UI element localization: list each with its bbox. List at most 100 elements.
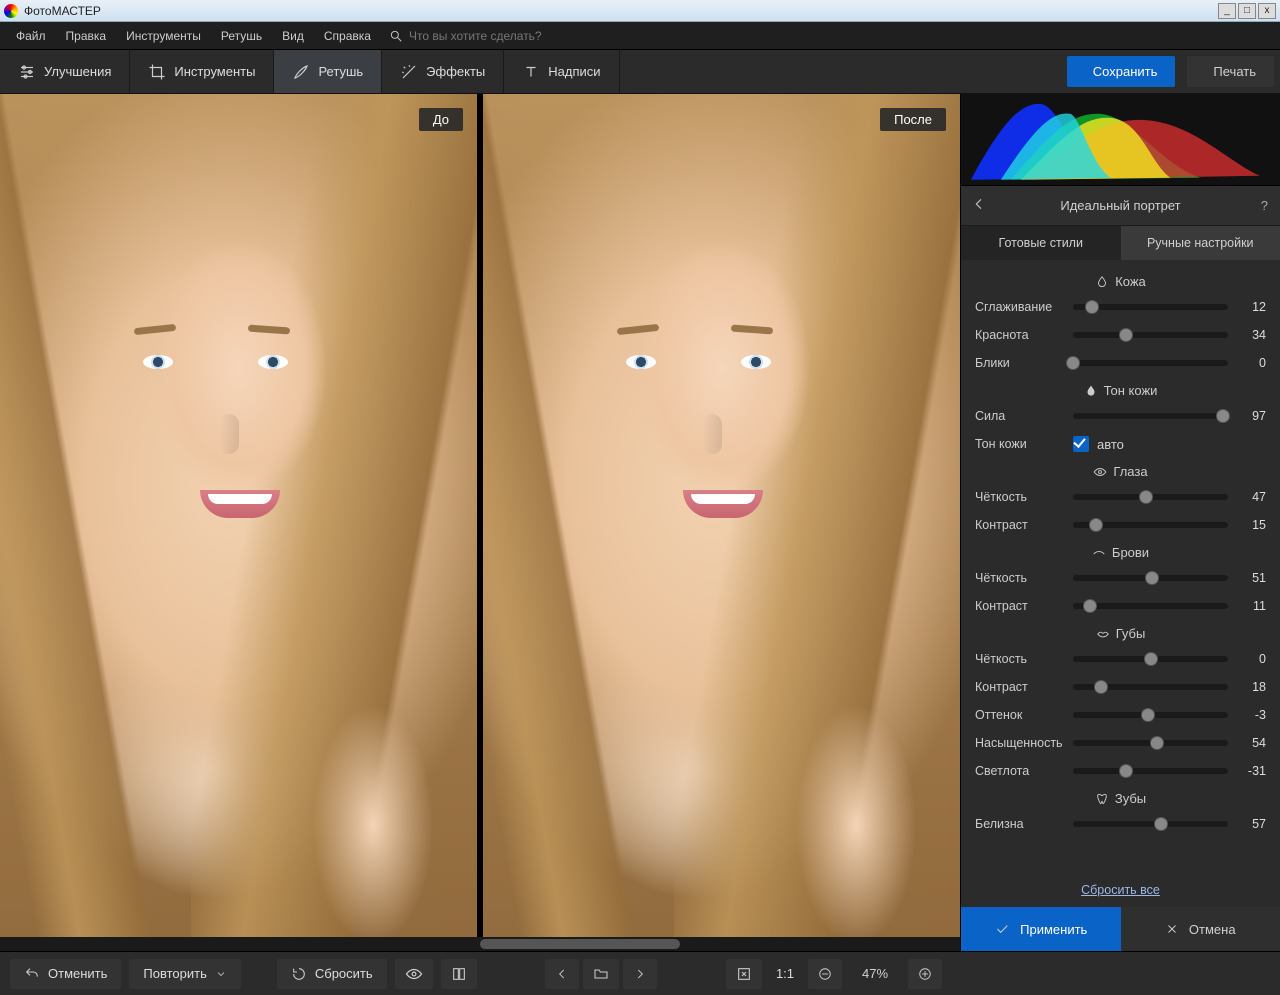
window-title: ФотоМАСТЕР	[24, 4, 1218, 18]
slider-shine-track[interactable]	[1073, 360, 1228, 366]
next-file-button[interactable]	[623, 959, 657, 989]
tool-enhance[interactable]: Улучшения	[0, 50, 130, 93]
tone-auto-label: авто	[1097, 437, 1124, 452]
slider-brow-contr-track[interactable]	[1073, 603, 1228, 609]
menu-instruments[interactable]: Инструменты	[118, 25, 209, 47]
tool-effects[interactable]: Эффекты	[382, 50, 504, 93]
nav-group	[545, 959, 657, 989]
tool-text-label: Надписи	[548, 64, 600, 79]
apply-button[interactable]: Применить	[961, 907, 1121, 951]
tool-enhance-label: Улучшения	[44, 64, 111, 79]
slider-strength-track[interactable]	[1073, 413, 1228, 419]
print-button-label: Печать	[1213, 64, 1256, 79]
chevron-right-icon	[633, 967, 647, 981]
eye-icon	[1093, 465, 1107, 479]
cancel-button[interactable]: Отмена	[1121, 907, 1280, 951]
redo-label: Повторить	[143, 966, 206, 981]
one-to-one-button[interactable]: 1:1	[770, 966, 800, 981]
prev-file-button[interactable]	[545, 959, 579, 989]
menu-search-placeholder: Что вы хотите сделать?	[409, 29, 542, 43]
split-icon	[451, 966, 467, 982]
group-skintone: Тон кожи	[975, 377, 1266, 402]
panel-help-button[interactable]: ?	[1261, 198, 1268, 213]
slider-brow-sharp-track[interactable]	[1073, 575, 1228, 581]
tool-retouch-label: Ретушь	[318, 64, 363, 79]
tooth-icon	[1095, 792, 1109, 806]
row-tone-auto: Тон кожи авто	[975, 430, 1266, 458]
preview-toggle-button[interactable]	[395, 959, 433, 989]
close-icon	[1165, 922, 1179, 936]
slider-redness-track[interactable]	[1073, 332, 1228, 338]
group-eyes: Глаза	[975, 458, 1266, 483]
group-skin: Кожа	[975, 268, 1266, 293]
after-pane[interactable]: После	[483, 94, 960, 937]
slider-whiten-track[interactable]	[1073, 821, 1228, 827]
tool-instruments[interactable]: Инструменты	[130, 50, 274, 93]
slider-smoothing: Сглаживание 12	[975, 293, 1266, 321]
slider-shine: Блики 0	[975, 349, 1266, 377]
menu-file[interactable]: Файл	[8, 25, 54, 47]
reset-all-link[interactable]: Сбросить все	[1081, 883, 1160, 897]
tool-text[interactable]: Надписи	[504, 50, 619, 93]
tool-instruments-label: Инструменты	[174, 64, 255, 79]
tone-auto-checkbox[interactable]	[1073, 436, 1089, 452]
menu-help[interactable]: Справка	[316, 25, 379, 47]
slider-eye-contr-track[interactable]	[1073, 522, 1228, 528]
zoom-in-button[interactable]	[908, 959, 942, 989]
slider-lip-light-track[interactable]	[1073, 768, 1228, 774]
tab-presets[interactable]: Готовые стили	[961, 226, 1121, 260]
slider-lip-sat-track[interactable]	[1073, 740, 1228, 746]
tool-retouch[interactable]: Ретушь	[274, 50, 382, 93]
controls-scroll[interactable]: Кожа Сглаживание 12 Краснота 34 Блики 0 …	[961, 260, 1280, 872]
save-button[interactable]: Сохранить	[1067, 56, 1176, 87]
panel-header: Идеальный портрет ?	[961, 186, 1280, 226]
drop-icon	[1084, 384, 1098, 398]
histogram[interactable]	[961, 94, 1280, 186]
zoom-out-button[interactable]	[808, 959, 842, 989]
reset-label: Сбросить	[315, 966, 373, 981]
tool-effects-label: Эффекты	[426, 64, 485, 79]
slider-strength: Сила 97	[975, 402, 1266, 430]
fit-screen-button[interactable]	[726, 959, 762, 989]
menu-retouch[interactable]: Ретушь	[213, 25, 270, 47]
menu-bar: Файл Правка Инструменты Ретушь Вид Справ…	[0, 22, 1280, 50]
footer-bar: Отменить Повторить Сбросить 1:1 47%	[0, 951, 1280, 995]
menu-view[interactable]: Вид	[274, 25, 312, 47]
window-minimize-button[interactable]: _	[1218, 3, 1236, 19]
viewer-hscrollbar[interactable]	[0, 937, 960, 951]
zoom-value[interactable]: 47%	[850, 966, 900, 981]
search-icon	[389, 29, 403, 43]
compare-toggle-button[interactable]	[441, 959, 477, 989]
slider-eye-sharp-track[interactable]	[1073, 494, 1228, 500]
chevron-left-icon	[971, 196, 987, 212]
reset-button[interactable]: Сбросить	[277, 959, 387, 989]
panel-back-button[interactable]	[971, 196, 987, 215]
slider-lip-hue-track[interactable]	[1073, 712, 1228, 718]
redo-button[interactable]: Повторить	[129, 959, 240, 989]
slider-smoothing-track[interactable]	[1073, 304, 1228, 310]
group-lips: Губы	[975, 620, 1266, 645]
undo-button[interactable]: Отменить	[10, 959, 121, 989]
right-panel: Идеальный портрет ? Готовые стили Ручные…	[960, 94, 1280, 951]
before-pane[interactable]: До	[0, 94, 477, 937]
window-close-button[interactable]: x	[1258, 3, 1276, 19]
minus-icon	[818, 967, 832, 981]
window-titlebar: ФотоМАСТЕР _ □ x	[0, 0, 1280, 22]
tab-manual[interactable]: Ручные настройки	[1121, 226, 1280, 260]
wand-icon	[400, 63, 418, 81]
open-folder-button[interactable]	[583, 959, 619, 989]
sliders-icon	[18, 63, 36, 81]
window-maximize-button[interactable]: □	[1238, 3, 1256, 19]
undo-icon	[24, 966, 40, 982]
chevron-left-icon	[555, 967, 569, 981]
print-button[interactable]: Печать	[1187, 56, 1274, 87]
group-brows: Брови	[975, 539, 1266, 564]
slider-lip-contr-track[interactable]	[1073, 684, 1228, 690]
menu-edit[interactable]: Правка	[58, 25, 115, 47]
eye-icon	[405, 965, 423, 983]
slider-lip-sharp-track[interactable]	[1073, 656, 1228, 662]
menu-search[interactable]: Что вы хотите сделать?	[389, 29, 542, 43]
droplet-icon	[1095, 275, 1109, 289]
slider-redness: Краснота 34	[975, 321, 1266, 349]
undo-label: Отменить	[48, 966, 107, 981]
